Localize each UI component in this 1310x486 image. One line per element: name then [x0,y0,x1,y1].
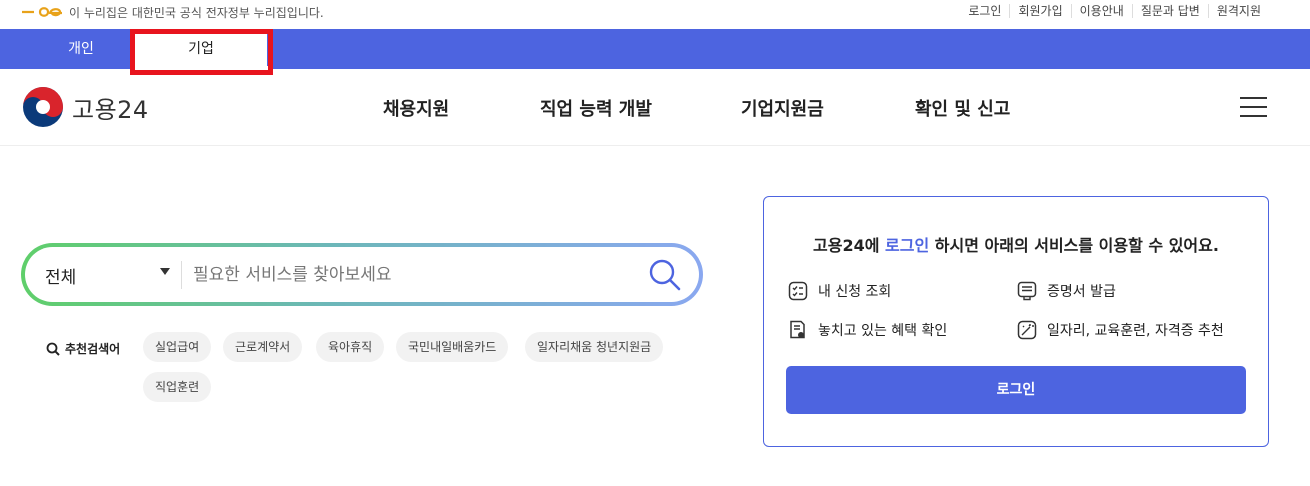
signup-link[interactable]: 회원가입 [1009,4,1070,18]
login-button[interactable]: 로그인 [786,366,1246,414]
nav-corp-subsidy[interactable]: 기업지원금 [741,95,824,121]
search-divider [181,261,182,289]
checklist-icon [788,281,808,301]
title-login-highlight: 로그인 [885,236,930,255]
document-check-icon [790,320,805,339]
search-inner: 전체 [25,247,699,302]
search-scope-select[interactable]: 전체 [45,263,76,288]
recommended-label-text: 추천검색어 [65,342,121,356]
certificate-icon [1017,281,1037,301]
egov-logo-icon [22,7,62,17]
gov-banner-text: 이 누리집은 대한민국 공식 전자정부 누리집입니다. [69,6,324,20]
service-label: 증명서 발급 [1047,284,1116,300]
chip-vocational-training[interactable]: 직업훈련 [143,372,212,402]
search-small-icon [46,342,60,356]
menu-icon[interactable] [1240,97,1267,117]
utility-links: 로그인 회원가입 이용안내 질문과 답변 원격지원 [960,4,1269,18]
brand-name: 고용24 [72,95,149,124]
remote-support-link[interactable]: 원격지원 [1207,4,1269,18]
chip-labor-contract[interactable]: 근로계약서 [223,332,303,362]
tab-corporate-label: 기업 [135,34,268,66]
nav-recruit-support[interactable]: 채용지원 [383,95,449,121]
tab-personal[interactable]: 개인 [22,29,140,69]
search-input[interactable] [193,257,633,293]
magic-wand-icon [1017,320,1037,340]
login-card: 고용24에 로그인 하시면 아래의 서비스를 이용할 수 있어요. 내 신청 조… [763,196,1269,447]
chip-unemployment-benefit[interactable]: 실업급여 [143,332,212,362]
service-label: 내 신청 조회 [818,284,892,300]
service-missed-benefits[interactable]: 놓치고 있는 혜택 확인 [788,320,947,340]
caret-down-icon[interactable] [160,268,170,275]
service-label: 일자리, 교육훈련, 자격증 추천 [1047,323,1224,339]
main-header: 고용24 채용지원 직업 능력 개발 기업지원금 확인 및 신고 [0,69,1310,146]
nav-job-skill-dev[interactable]: 직업 능력 개발 [540,95,652,121]
audience-tab-bar: 개인 기업 [0,29,1310,75]
login-link[interactable]: 로그인 [960,4,1009,18]
service-recommendations[interactable]: 일자리, 교육훈련, 자격증 추천 [1017,320,1224,340]
guide-link[interactable]: 이용안내 [1070,4,1132,18]
title-suffix: 하시면 아래의 서비스를 이용할 수 있어요. [929,236,1219,255]
chip-learning-card[interactable]: 국민내일배움카드 [396,332,509,362]
service-my-applications[interactable]: 내 신청 조회 [788,281,891,301]
search-bar: 전체 [21,243,703,306]
service-label: 놓치고 있는 혜택 확인 [818,323,948,339]
brand-logo[interactable]: 고용24 [22,86,149,128]
nav-confirm-report[interactable]: 확인 및 신고 [915,95,1010,121]
taegeuk-logo-icon [23,87,63,127]
chip-youth-subsidy[interactable]: 일자리채움 청년지원금 [525,332,664,362]
utility-bar: 이 누리집은 대한민국 공식 전자정부 누리집입니다. 로그인 회원가입 이용안… [0,0,1310,29]
qna-link[interactable]: 질문과 답변 [1131,4,1208,18]
search-icon[interactable] [647,257,683,293]
service-certificate[interactable]: 증명서 발급 [1017,281,1116,301]
title-prefix: 고용24에 [813,236,886,255]
login-card-title: 고용24에 로그인 하시면 아래의 서비스를 이용할 수 있어요. [764,232,1268,256]
chip-parental-leave[interactable]: 육아휴직 [316,332,385,362]
recommended-label: 추천검색어 [46,340,120,357]
